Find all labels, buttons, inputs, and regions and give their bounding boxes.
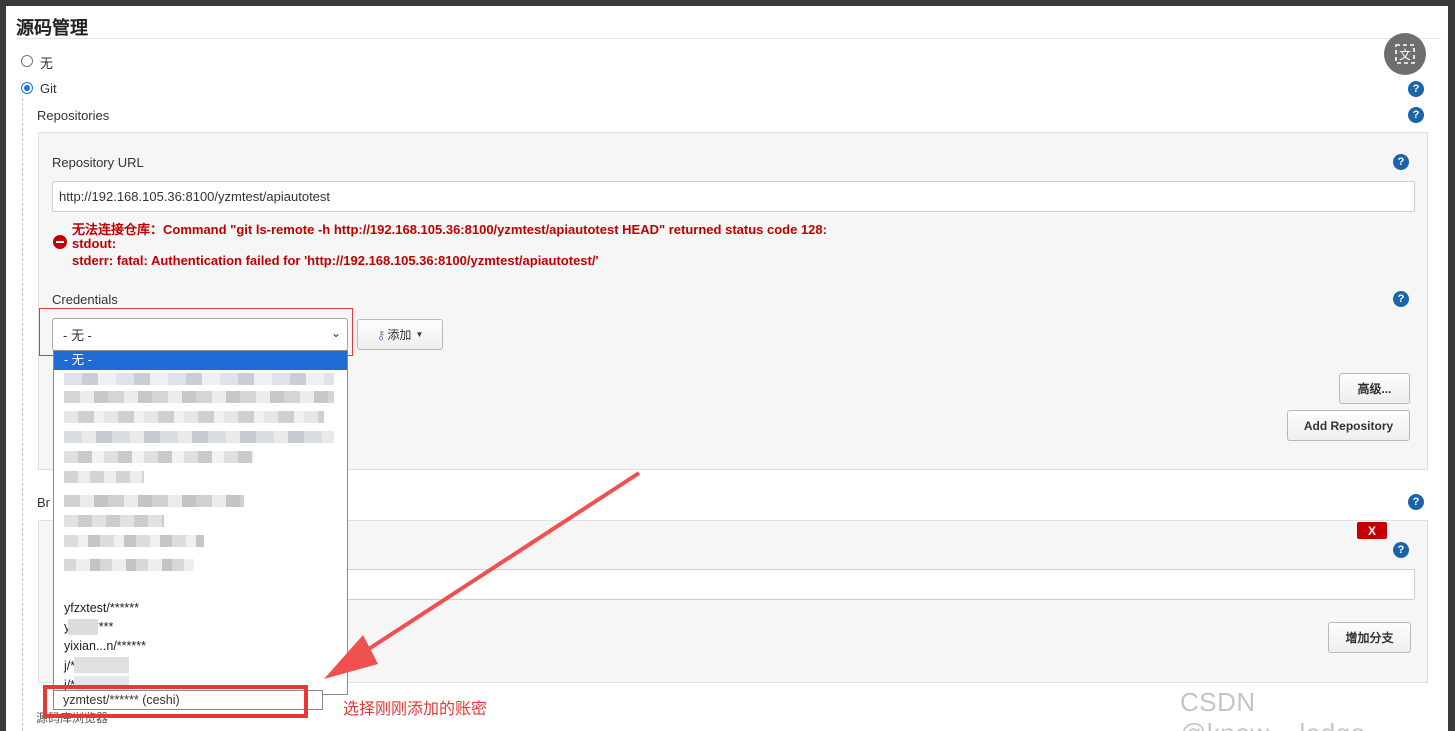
watermark: CSDN @know__ledge — [1180, 687, 1365, 731]
annotation-text: 选择刚刚添加的账密 — [343, 701, 488, 718]
annotation-arrow — [324, 471, 641, 679]
page: 源码管理 文 无 Git ? Repositories ? Repository… — [6, 6, 1448, 731]
